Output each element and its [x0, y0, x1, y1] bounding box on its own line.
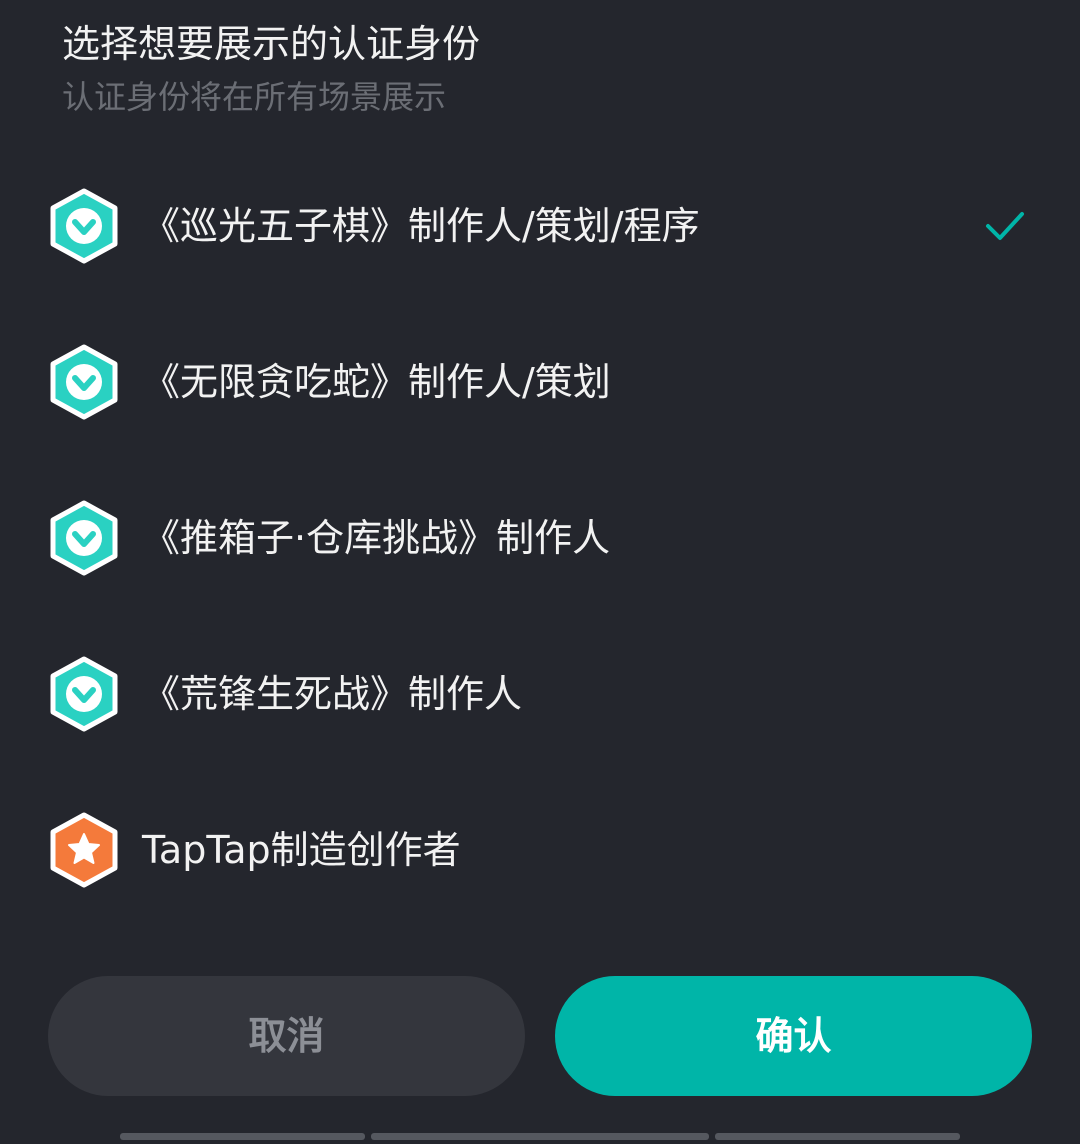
- dialog-title: 选择想要展示的认证身份: [62, 22, 481, 66]
- identity-selection-sheet: 选择想要展示的认证身份 认证身份将在所有场景展示 《巡光五子棋》制作人/策划/程…: [0, 0, 1080, 1144]
- confirm-button[interactable]: 确认: [555, 976, 1032, 1096]
- nav-bar-segment: [120, 1133, 365, 1140]
- verified-developer-icon: [48, 500, 120, 576]
- verified-developer-icon: [48, 344, 120, 420]
- identity-label: TapTap制造创作者: [142, 828, 461, 872]
- verified-developer-icon: [48, 656, 120, 732]
- star-creator-icon: [48, 812, 120, 888]
- checkmark-icon: [982, 204, 1028, 248]
- identity-item-4[interactable]: TapTap制造创作者: [0, 772, 1080, 928]
- dialog-subtitle: 认证身份将在所有场景展示: [62, 78, 447, 116]
- identity-label: 《荒锋生死战》制作人: [142, 672, 523, 716]
- identity-item-1[interactable]: 《无限贪吃蛇》制作人/策划: [0, 304, 1080, 460]
- nav-bar-segment: [371, 1133, 709, 1140]
- nav-bar-segment: [715, 1133, 960, 1140]
- identity-label: 《无限贪吃蛇》制作人/策划: [142, 360, 611, 404]
- cancel-button[interactable]: 取消: [48, 976, 525, 1096]
- identity-label: 《巡光五子棋》制作人/策划/程序: [142, 204, 700, 248]
- identity-item-0[interactable]: 《巡光五子棋》制作人/策划/程序: [0, 148, 1080, 304]
- identity-label: 《推箱子·仓库挑战》制作人: [142, 516, 611, 560]
- identity-item-3[interactable]: 《荒锋生死战》制作人: [0, 616, 1080, 772]
- verified-developer-icon: [48, 188, 120, 264]
- identity-item-2[interactable]: 《推箱子·仓库挑战》制作人: [0, 460, 1080, 616]
- identity-list: 《巡光五子棋》制作人/策划/程序 《无限贪吃蛇》制作人/策划 《推箱子·仓库挑战…: [0, 148, 1080, 928]
